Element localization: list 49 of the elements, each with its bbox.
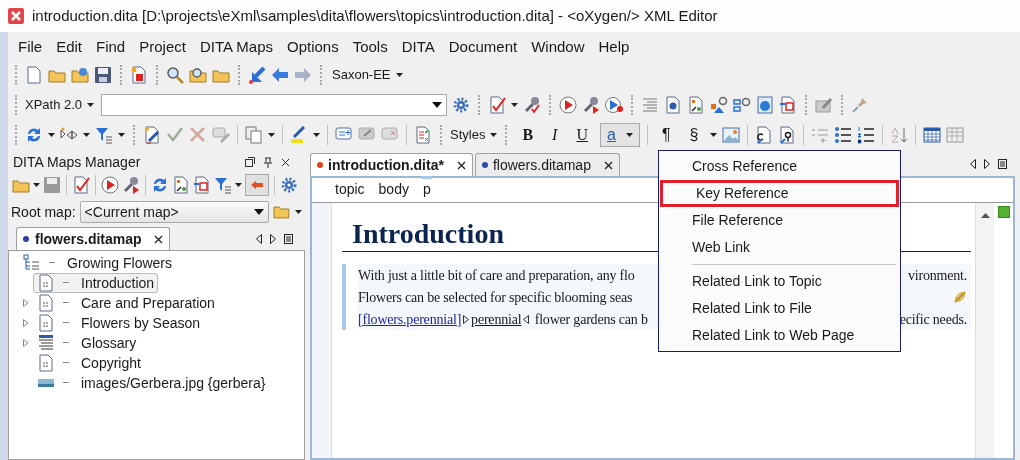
menu-item[interactable]: Related Link to File xyxy=(659,295,900,322)
menu-item[interactable]: Key Reference xyxy=(660,180,899,207)
tree-item[interactable]: Care and Preparation xyxy=(33,293,219,313)
menu-item[interactable]: Document xyxy=(442,35,524,59)
menu-item[interactable]: Options xyxy=(281,35,345,59)
tree-item[interactable]: Flowers by Season xyxy=(33,313,205,333)
window-title: introduction.dita [D:\projects\eXml\samples\dita\flowers\topics\introduction.dita] - <oXygen/> XML Editor xyxy=(32,5,718,26)
key-reference-link[interactable]: [flowers.perennial] xyxy=(358,308,462,330)
format-button[interactable]: U xyxy=(569,123,595,147)
menu-item[interactable]: Related Link to Web Page xyxy=(659,322,900,349)
menu-item[interactable]: Related Link to Topic xyxy=(659,268,900,295)
menu-item[interactable]: Tools xyxy=(346,35,394,59)
menu-item[interactable]: File xyxy=(12,35,49,59)
keyword-text: perennial xyxy=(471,310,522,329)
paragraph-text: ecific needs. xyxy=(899,310,967,329)
menu-item[interactable]: Cross Reference xyxy=(659,153,900,180)
editor-tab[interactable]: introduction.dita* xyxy=(310,153,473,176)
paragraph-text: With just a little bit of care and preparation, any flo xyxy=(358,266,635,285)
tree-item[interactable]: Copyright xyxy=(33,353,145,373)
menu-item[interactable]: Edit xyxy=(50,35,89,59)
format-button[interactable]: B xyxy=(515,123,541,147)
editor-tab[interactable]: flowers.ditamap xyxy=(474,153,620,176)
map-tab[interactable]: flowers.ditamap xyxy=(16,227,170,250)
menu-item[interactable]: DITA xyxy=(395,35,441,59)
tree-item[interactable]: images/Gerbera.jpg {gerbera} xyxy=(33,373,270,393)
menu-item[interactable]: Find xyxy=(90,35,132,59)
tree-item[interactable]: Growing Flowers xyxy=(19,253,177,273)
menu-item[interactable]: Project xyxy=(133,35,192,59)
format-button[interactable]: a xyxy=(599,123,640,147)
format-button[interactable]: I xyxy=(545,123,565,147)
menu-item[interactable]: Window xyxy=(525,35,591,59)
format-button[interactable]: § xyxy=(682,123,706,147)
format-button[interactable]: ¶ xyxy=(654,123,678,147)
menu-item[interactable]: DITA Maps xyxy=(193,35,279,59)
breadcrumb-item[interactable]: body xyxy=(377,176,410,200)
panel-title: DITA Maps Manager xyxy=(13,152,142,172)
styles-selector[interactable]: Styles xyxy=(450,125,486,145)
processor-selector[interactable]: Saxon-EE xyxy=(332,65,391,85)
root-map-label: Root map: xyxy=(11,202,76,222)
breadcrumb-item[interactable]: p xyxy=(421,176,432,200)
paragraph-text: vironment. xyxy=(907,266,967,285)
paragraph-text: flower gardens can b xyxy=(533,310,648,329)
xpath-version-selector[interactable]: XPath 2.0 xyxy=(25,95,83,115)
tree-item[interactable]: Introduction xyxy=(33,273,159,293)
paragraph-text: Flowers can be selected for specific blooming seas xyxy=(358,288,633,307)
menu-item[interactable]: Help xyxy=(592,35,636,59)
tree-item[interactable]: Glossary xyxy=(33,333,141,353)
breadcrumb-item[interactable]: topic xyxy=(334,176,366,200)
root-map-dropdown[interactable]: <Current map> xyxy=(79,201,270,223)
